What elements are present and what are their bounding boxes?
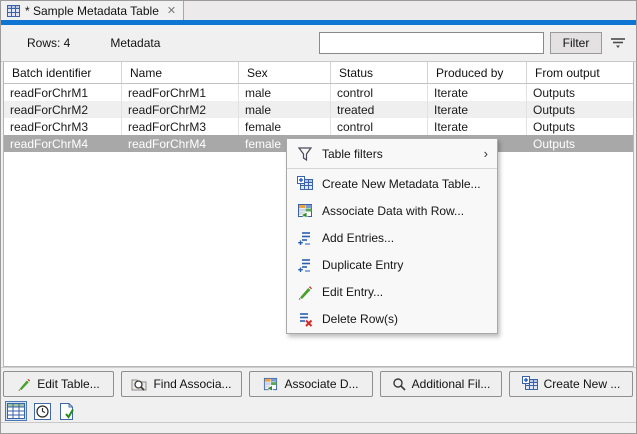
status-strip — [1, 422, 636, 434]
delete-rows-icon — [297, 311, 313, 327]
edit-pencil-icon — [17, 377, 31, 391]
cell-batch[interactable]: readForChrM3 — [4, 118, 122, 135]
cell-status[interactable]: control — [331, 84, 428, 101]
column-header-produced-by[interactable]: Produced by — [428, 62, 527, 83]
tab-bar: * Sample Metadata Table ✕ — [1, 1, 636, 20]
view-mode-bar — [1, 400, 636, 422]
associate-data-icon — [263, 377, 278, 392]
cell-from-output[interactable]: Outputs — [527, 135, 633, 152]
filter-search-input[interactable] — [319, 32, 544, 54]
tab-title: * Sample Metadata Table — [25, 4, 159, 18]
table-row[interactable]: readForChrM1 readForChrM1 male control I… — [4, 84, 633, 101]
cell-from-output[interactable]: Outputs — [527, 84, 633, 101]
cell-sex[interactable]: male — [239, 84, 331, 101]
associate-data-button[interactable]: Associate D... — [249, 371, 373, 397]
table-header-row: Batch identifier Name Sex Status Produce… — [4, 62, 633, 84]
filter-button[interactable]: Filter — [550, 32, 602, 54]
history-view-button[interactable] — [34, 403, 51, 420]
tab-sample-metadata-table[interactable]: * Sample Metadata Table ✕ — [1, 1, 184, 20]
cell-from-output[interactable]: Outputs — [527, 101, 633, 118]
metadata-table-window: * Sample Metadata Table ✕ Rows: 4 Metada… — [0, 0, 637, 434]
column-header-status[interactable]: Status — [331, 62, 428, 83]
create-new-metadata-table-button[interactable]: Create New ... — [509, 371, 633, 397]
cell-name[interactable]: readForChrM4 — [122, 135, 239, 152]
find-associated-data-button[interactable]: Find Associa... — [121, 371, 242, 397]
cell-sex[interactable]: male — [239, 101, 331, 118]
column-header-name[interactable]: Name — [122, 62, 239, 83]
table-view-icon — [7, 403, 25, 419]
cell-batch[interactable]: readForChrM4 — [4, 135, 122, 152]
menu-item-add-entries[interactable]: Add Entries... — [287, 224, 497, 251]
menu-item-duplicate-entry[interactable]: Duplicate Entry — [287, 251, 497, 278]
cell-from-output[interactable]: Outputs — [527, 118, 633, 135]
element-info-view-button[interactable] — [58, 403, 75, 420]
clock-icon — [34, 403, 51, 420]
row-context-menu: Table filters › Create New Metadata Tabl… — [286, 138, 498, 334]
table-view-button[interactable] — [5, 401, 27, 421]
menu-item-associate-data-with-row[interactable]: Associate Data with Row... — [287, 197, 497, 224]
cell-status[interactable]: control — [331, 118, 428, 135]
menu-item-table-filters[interactable]: Table filters › — [287, 140, 497, 167]
add-entries-icon — [297, 230, 313, 246]
tab-close-icon[interactable]: ✕ — [167, 4, 176, 17]
menu-item-create-new-metadata-table[interactable]: Create New Metadata Table... — [287, 170, 497, 197]
edit-table-button[interactable]: Edit Table... — [3, 371, 114, 397]
table-row[interactable]: readForChrM3 readForChrM3 female control… — [4, 118, 633, 135]
cell-name[interactable]: readForChrM1 — [122, 84, 239, 101]
filter-collapse-icon[interactable] — [610, 37, 626, 49]
cell-status[interactable]: treated — [331, 101, 428, 118]
document-check-icon — [58, 403, 75, 420]
table-row[interactable]: readForChrM2 readForChrM2 male treated I… — [4, 101, 633, 118]
cell-produced-by[interactable]: Iterate — [428, 84, 527, 101]
column-header-from-output[interactable]: From output — [527, 62, 633, 83]
cell-produced-by[interactable]: Iterate — [428, 118, 527, 135]
cell-batch[interactable]: readForChrM1 — [4, 84, 122, 101]
menu-item-edit-entry[interactable]: Edit Entry... — [287, 278, 497, 305]
edit-pencil-icon — [297, 284, 313, 300]
cell-name[interactable]: readForChrM3 — [122, 118, 239, 135]
table-toolbar: Rows: 4 Metadata Filter — [1, 25, 636, 62]
column-header-sex[interactable]: Sex — [239, 62, 331, 83]
column-header-batch-identifier[interactable]: Batch identifier — [4, 62, 122, 83]
additional-filtering-button[interactable]: Additional Fil... — [380, 371, 502, 397]
cell-name[interactable]: readForChrM2 — [122, 101, 239, 118]
cell-produced-by[interactable]: Iterate — [428, 101, 527, 118]
menu-item-delete-rows[interactable]: Delete Row(s) — [287, 305, 497, 332]
cell-batch[interactable]: readForChrM2 — [4, 101, 122, 118]
menu-separator — [287, 168, 497, 169]
magnifier-icon — [392, 377, 406, 391]
new-table-icon — [297, 176, 313, 192]
rows-count-label: Rows: 4 — [27, 36, 70, 50]
submenu-arrow-icon: › — [484, 146, 488, 161]
new-table-icon — [522, 376, 538, 392]
table-grid-icon — [7, 5, 20, 17]
footer-button-bar: Edit Table... Find Associa... — [1, 367, 636, 400]
duplicate-entry-icon — [297, 257, 313, 273]
associate-data-icon — [297, 203, 313, 219]
element-type-label: Metadata — [110, 36, 160, 50]
cell-sex[interactable]: female — [239, 118, 331, 135]
funnel-icon — [297, 146, 313, 162]
find-folder-magnifier-icon — [131, 377, 147, 391]
